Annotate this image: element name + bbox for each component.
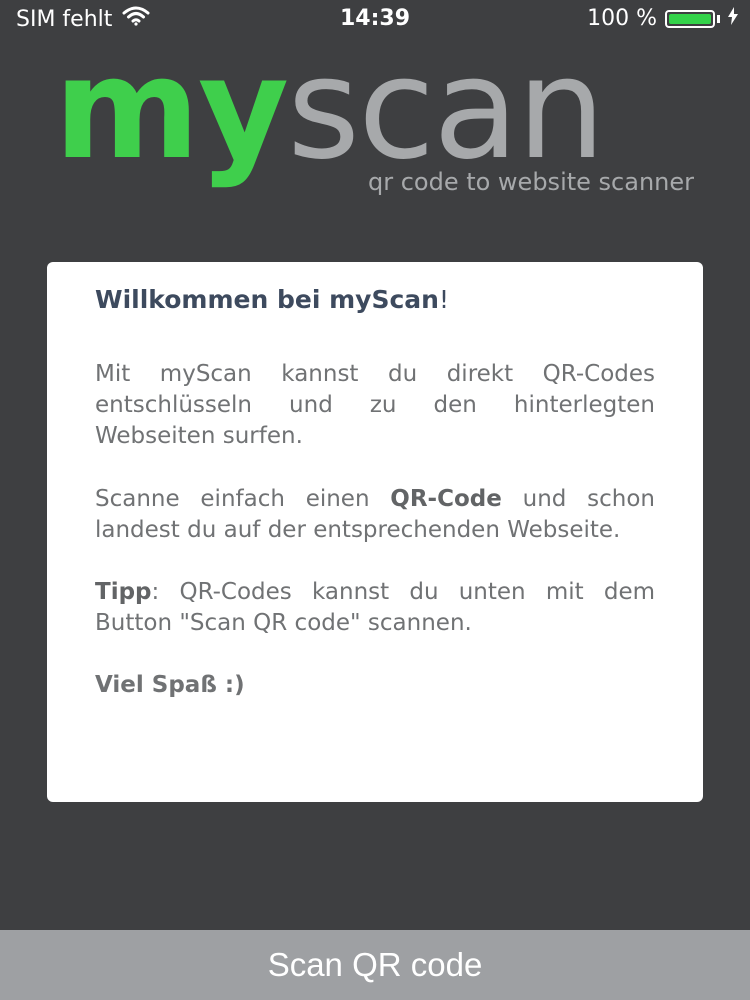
intro-paragraph: Mit myScan kannst du direkt QR-Codes ent… [95,361,655,449]
closing-text: Viel Spaß :) [95,672,245,698]
qr-code-emphasis: QR-Code [390,486,502,512]
tip-text: : QR-Codes kannst du unten mit dem Butto… [95,579,655,636]
scan-paragraph-start: Scanne einfach einen [95,486,391,512]
logo-wordmark: myscan [54,40,606,180]
card-title-text: Willkommen bei myScan [95,285,439,314]
welcome-card: Willkommen bei myScan! Mit myScan kannst… [47,262,703,802]
card-title-punct: ! [438,285,449,314]
logo-scan: scan [287,28,605,191]
battery-icon [665,9,715,28]
status-right: 100 % [587,6,738,31]
logo-tagline: qr code to website scanner [367,168,694,196]
charging-icon [728,6,738,31]
scan-qr-code-button[interactable]: Scan QR code [0,930,750,1000]
logo-my: my [54,28,289,191]
scan-paragraph: Scanne einfach einen QR-Code und schon l… [95,484,655,546]
myscan-logo: myscan qr code to website scanner [54,40,704,200]
tip-label: Tipp [95,579,152,605]
card-title: Willkommen bei myScan! [95,284,655,316]
battery-fill [669,13,711,24]
tip-paragraph: Tipp: QR-Codes kannst du unten mit dem B… [95,577,655,639]
battery-tip [717,14,720,23]
